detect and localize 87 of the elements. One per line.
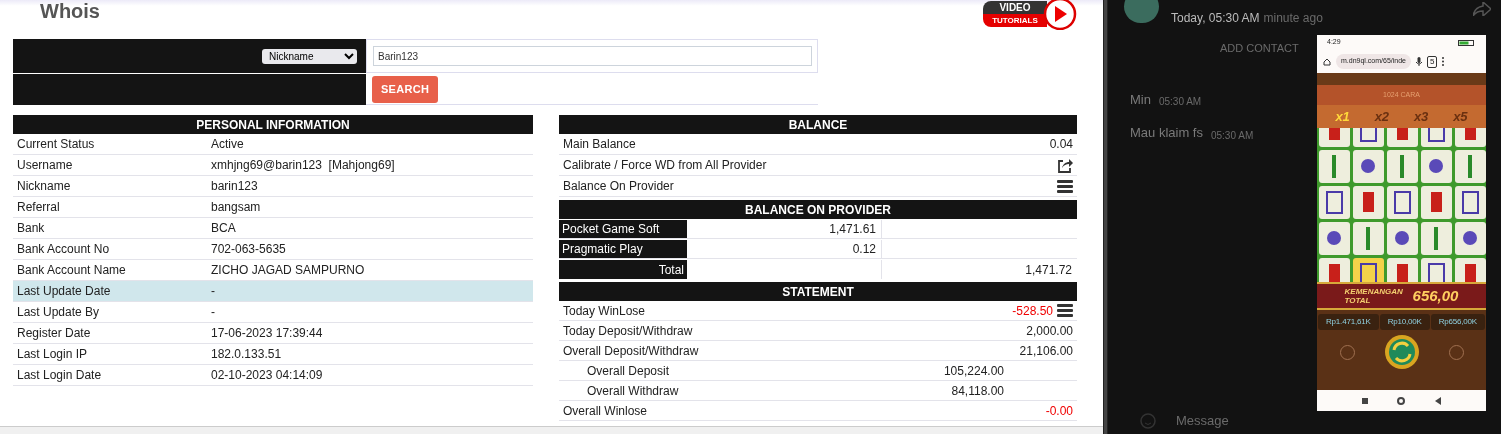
info-value: 182.0.133.51 bbox=[211, 346, 282, 363]
info-value: - bbox=[211, 283, 215, 300]
statement-label: Overall Deposit/Withdraw bbox=[563, 342, 700, 360]
multiplier: x1 bbox=[1335, 107, 1350, 126]
info-label: Last Update By bbox=[16, 304, 101, 321]
balance-label: Balance On Provider bbox=[563, 178, 674, 195]
list-icon[interactable] bbox=[1057, 304, 1073, 317]
section-header: BALANCE ON PROVIDER bbox=[559, 200, 1077, 219]
statement-label: Overall Winlose bbox=[563, 402, 649, 420]
info-label: Referral bbox=[16, 199, 61, 216]
info-label: Last Update Date bbox=[16, 283, 112, 300]
home-icon[interactable] bbox=[1323, 57, 1331, 66]
provider-name: Pocket Game Soft bbox=[559, 220, 687, 238]
balance-value: 0.04 bbox=[1049, 136, 1073, 153]
info-label: Last Login Date bbox=[16, 367, 103, 384]
multiplier: x3 bbox=[1413, 107, 1429, 126]
statement-label: Today WinLose bbox=[563, 302, 647, 320]
info-value: - bbox=[211, 304, 215, 321]
tab-count[interactable]: 5 bbox=[1427, 55, 1438, 68]
win-amount: 656,00 bbox=[1412, 285, 1459, 306]
info-label: Current Status bbox=[16, 136, 96, 153]
info-value: barin123 bbox=[211, 178, 258, 195]
provider-amount: 0.12 bbox=[687, 240, 882, 258]
statement-value: 21,106.00 bbox=[1019, 342, 1073, 360]
info-label: Last Login IP bbox=[16, 346, 89, 363]
search-field[interactable]: Barin123 bbox=[373, 46, 812, 66]
section-header: STATEMENT bbox=[559, 282, 1077, 301]
info-value: ZICHO JAGAD SAMPURNO bbox=[211, 262, 365, 279]
info-value: 702-063-5635 bbox=[211, 241, 286, 258]
info-label: Nickname bbox=[16, 178, 72, 195]
info-label: Bank bbox=[16, 220, 46, 237]
battery-icon bbox=[1458, 39, 1476, 46]
multiplier: x5 bbox=[1453, 107, 1468, 126]
last-seen: Today, 05:30 AM bbox=[1171, 10, 1260, 27]
provider-name: Pragmatic Play bbox=[559, 240, 687, 258]
multiplier: x2 bbox=[1374, 107, 1390, 126]
play-icon bbox=[1043, 0, 1077, 30]
provider-amount: 1,471.61 bbox=[687, 220, 882, 238]
statement-value: -0.00 bbox=[1045, 402, 1073, 420]
message-field[interactable]: Message bbox=[1176, 411, 1229, 431]
info-value: 02-10-2023 04:14:09 bbox=[211, 367, 323, 384]
message-text: Mau klaim fs bbox=[1130, 124, 1203, 142]
page-title: Whois bbox=[40, 1, 100, 21]
add-contact-button[interactable]: ADD CONTACT bbox=[1220, 40, 1299, 57]
message-text: Min bbox=[1130, 90, 1151, 109]
info-value: bangsam bbox=[211, 199, 261, 216]
statement-value: 105,224.00 bbox=[943, 362, 1004, 380]
section-header: BALANCE bbox=[559, 115, 1077, 134]
more-icon[interactable] bbox=[1442, 57, 1445, 66]
section-header: PERSONAL INFORMATION bbox=[13, 115, 533, 134]
game-stat: Rp656,00K bbox=[1430, 314, 1485, 330]
game-stat: Rp1.471,61K bbox=[1318, 314, 1379, 330]
last-seen-relative: minute ago bbox=[1263, 10, 1323, 27]
badge-bottom-text: TUTORIALS bbox=[983, 14, 1047, 27]
recents-icon[interactable] bbox=[1361, 397, 1368, 404]
game-stat: Rp10,00K bbox=[1379, 314, 1430, 330]
search-type-dropdown[interactable]: Nickname bbox=[262, 48, 357, 64]
badge-top-text: VIDEO bbox=[983, 1, 1047, 14]
message-time: 05:30 AM bbox=[1210, 128, 1254, 143]
balance-label: Calibrate / Force WD from All Provider bbox=[563, 157, 767, 174]
statement-label: Overall Deposit bbox=[587, 362, 671, 380]
info-value: Active bbox=[211, 136, 244, 153]
share-icon[interactable] bbox=[1057, 157, 1073, 173]
total-amount: 1,471.72 bbox=[1024, 261, 1073, 279]
info-value: xmhjng69@barin123 [Mahjong69] bbox=[211, 157, 395, 174]
back-icon[interactable] bbox=[1435, 396, 1442, 405]
video-tutorials-badge[interactable]: VIDEO TUTORIALS bbox=[983, 0, 1077, 30]
microphone-icon[interactable] bbox=[1416, 57, 1422, 66]
balance-label: Main Balance bbox=[563, 136, 636, 153]
win-label: KEMENANGAN TOTAL bbox=[1344, 287, 1404, 305]
statement-value: 2,000.00 bbox=[1026, 322, 1073, 340]
total-label: Total bbox=[559, 260, 687, 279]
info-label: Register Date bbox=[16, 325, 92, 342]
info-label: Bank Account No bbox=[16, 241, 111, 258]
statement-value: 84,118.00 bbox=[951, 382, 1004, 400]
message-time: 05:30 AM bbox=[1158, 95, 1202, 109]
list-icon[interactable] bbox=[1057, 179, 1073, 193]
info-label: Bank Account Name bbox=[16, 262, 127, 279]
statement-value: -528.50 bbox=[1012, 302, 1053, 320]
statement-label: Overall Withdraw bbox=[587, 382, 680, 400]
info-value: 17-06-2023 17:39:44 bbox=[211, 325, 323, 342]
statement-label: Today Deposit/Withdraw bbox=[563, 322, 694, 340]
info-label: Username bbox=[16, 157, 74, 174]
spin-button[interactable] bbox=[1383, 334, 1420, 370]
home-button[interactable] bbox=[1397, 396, 1406, 405]
horizontal-scrollbar[interactable] bbox=[0, 426, 1103, 434]
info-value: BCA bbox=[211, 220, 236, 237]
